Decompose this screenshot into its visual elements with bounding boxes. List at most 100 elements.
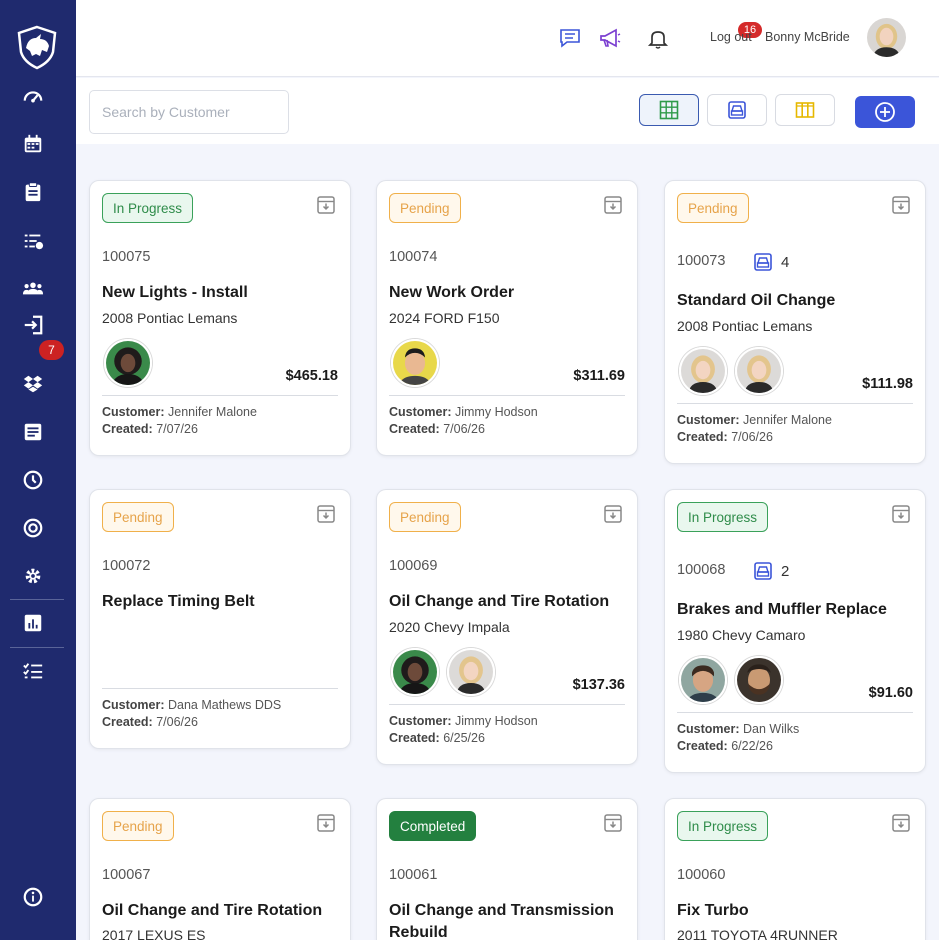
technician-avatar (735, 656, 783, 704)
vehicle-view-button[interactable] (707, 94, 767, 126)
app-root: 7 16 Log out Bonny McBride Search by Cus… (0, 0, 939, 940)
customer-line: Customer: Jennifer Malone (677, 413, 832, 427)
work-order-title: New Work Order (389, 284, 515, 301)
price: $311.69 (573, 368, 625, 384)
vehicle-name: 2011 TOYOTA 4RUNNER (677, 927, 838, 940)
technician-avatar (679, 347, 727, 395)
card-divider (677, 403, 913, 404)
work-order-card[interactable]: Pending 100067 Oil Change and Tire Rotat… (89, 798, 351, 940)
archive-icon[interactable] (891, 813, 911, 833)
top-header: 16 Log out Bonny McBride (76, 0, 939, 77)
logout-link[interactable]: Log out (710, 30, 752, 44)
add-work-order-button[interactable] (855, 96, 915, 128)
created-line: Created: 7/06/26 (677, 430, 773, 444)
sidebar-badge: 7 (39, 340, 64, 360)
card-divider (677, 712, 913, 713)
order-number: 100069 (389, 558, 438, 574)
archive-icon[interactable] (316, 504, 336, 524)
work-order-title: Standard Oil Change (677, 292, 836, 309)
work-order-card[interactable]: Pending 100069 Oil Change and Tire Rotat… (376, 489, 638, 765)
created-date: 7/06/26 (152, 715, 198, 729)
column-view-button[interactable] (775, 94, 835, 126)
price: $111.98 (862, 376, 913, 392)
archive-icon[interactable] (316, 813, 336, 833)
archive-icon[interactable] (603, 813, 623, 833)
settings-icon[interactable] (20, 563, 46, 589)
created-line: Created: 7/06/26 (102, 715, 198, 729)
vehicle-view-icon (728, 101, 746, 119)
customer-line: Customer: Dana Mathews DDS (102, 698, 282, 712)
info-icon[interactable] (20, 884, 46, 910)
customer-name: Jimmy Hodson (451, 714, 538, 728)
archive-icon[interactable] (891, 504, 911, 524)
work-order-card[interactable]: In Progress 100068 2 Brakes and Muffler … (664, 489, 926, 773)
work-order-card[interactable]: In Progress 100060 Fix Turbo 2011 TOYOTA… (664, 798, 926, 940)
price: $137.36 (572, 677, 625, 693)
reports-icon[interactable] (20, 610, 46, 636)
work-order-card[interactable]: In Progress 100075 New Lights - Install … (89, 180, 351, 456)
order-number: 100061 (389, 867, 438, 883)
archive-icon[interactable] (603, 504, 623, 524)
status-badge: Pending (677, 193, 749, 223)
vehicle-count-value: 2 (781, 562, 790, 580)
status-badge: In Progress (102, 193, 194, 223)
customer-name: Dan Wilks (739, 722, 800, 736)
grid-view-icon (659, 100, 679, 120)
technician-avatars (391, 648, 495, 696)
target-icon[interactable] (20, 515, 46, 541)
clock-icon[interactable] (20, 467, 46, 493)
checklist-icon[interactable] (20, 658, 46, 684)
dashboard-icon[interactable] (20, 84, 46, 110)
work-order-title: Brakes and Muffler Replace (677, 601, 887, 618)
created-line: Created: 7/06/26 (389, 422, 485, 436)
archive-icon[interactable] (891, 195, 911, 215)
customer-name: Jennifer Malone (739, 413, 832, 427)
price: $465.18 (285, 368, 338, 384)
card-divider (389, 395, 625, 396)
archive-icon[interactable] (316, 195, 336, 215)
created-line: Created: 6/22/26 (677, 739, 773, 753)
grid-view-button[interactable] (639, 94, 699, 126)
dropbox-icon[interactable] (20, 371, 46, 397)
document-icon[interactable] (20, 419, 46, 445)
calendar-icon[interactable] (20, 131, 46, 157)
work-order-card[interactable]: Pending 100072 Replace Timing Belt Custo… (89, 489, 351, 749)
technician-avatars (391, 339, 439, 387)
megaphone-icon[interactable] (598, 26, 622, 50)
status-badge: Pending (102, 502, 174, 532)
task-list-icon[interactable] (20, 228, 46, 254)
work-order-card[interactable]: Completed 100061 Oil Change and Transmis… (376, 798, 638, 940)
sidebar-divider (10, 647, 64, 648)
work-order-title: Oil Change and Tire Rotation (389, 593, 610, 610)
vehicle-count: 2 (753, 561, 789, 581)
bell-icon[interactable] (646, 26, 670, 50)
search-input[interactable] (89, 90, 289, 134)
user-avatar[interactable] (867, 18, 906, 57)
vehicle-name: 2020 Chevy Impala (389, 619, 510, 635)
status-badge: Pending (389, 193, 461, 223)
technician-avatar (104, 339, 152, 387)
technician-avatar (391, 339, 439, 387)
archive-icon[interactable] (603, 195, 623, 215)
rhino-shield-logo[interactable] (14, 24, 60, 70)
created-line: Created: 7/07/26 (102, 422, 198, 436)
work-order-card[interactable]: Pending 100074 New Work Order 2024 FORD … (376, 180, 638, 456)
customer-line: Customer: Jennifer Malone (102, 405, 257, 419)
vehicle-count-value: 4 (781, 253, 790, 271)
customers-icon[interactable] (20, 275, 46, 301)
clipboard-icon[interactable] (20, 179, 46, 205)
login-icon[interactable] (20, 312, 46, 338)
created-line: Created: 6/25/26 (389, 731, 485, 745)
vehicle-name: 1980 Chevy Camaro (677, 627, 806, 643)
created-date: 7/07/26 (152, 422, 198, 436)
order-number: 100067 (102, 867, 151, 883)
status-badge: In Progress (677, 502, 769, 532)
created-date: 6/25/26 (439, 731, 485, 745)
chat-icon[interactable] (558, 26, 582, 50)
vehicle-name: 2008 Pontiac Lemans (677, 318, 813, 334)
technician-avatars (104, 339, 152, 387)
work-order-card[interactable]: Pending 100073 4 Standard Oil Change 200… (664, 180, 926, 464)
status-badge: Pending (102, 811, 174, 841)
card-divider (389, 704, 625, 705)
created-date: 7/06/26 (439, 422, 485, 436)
